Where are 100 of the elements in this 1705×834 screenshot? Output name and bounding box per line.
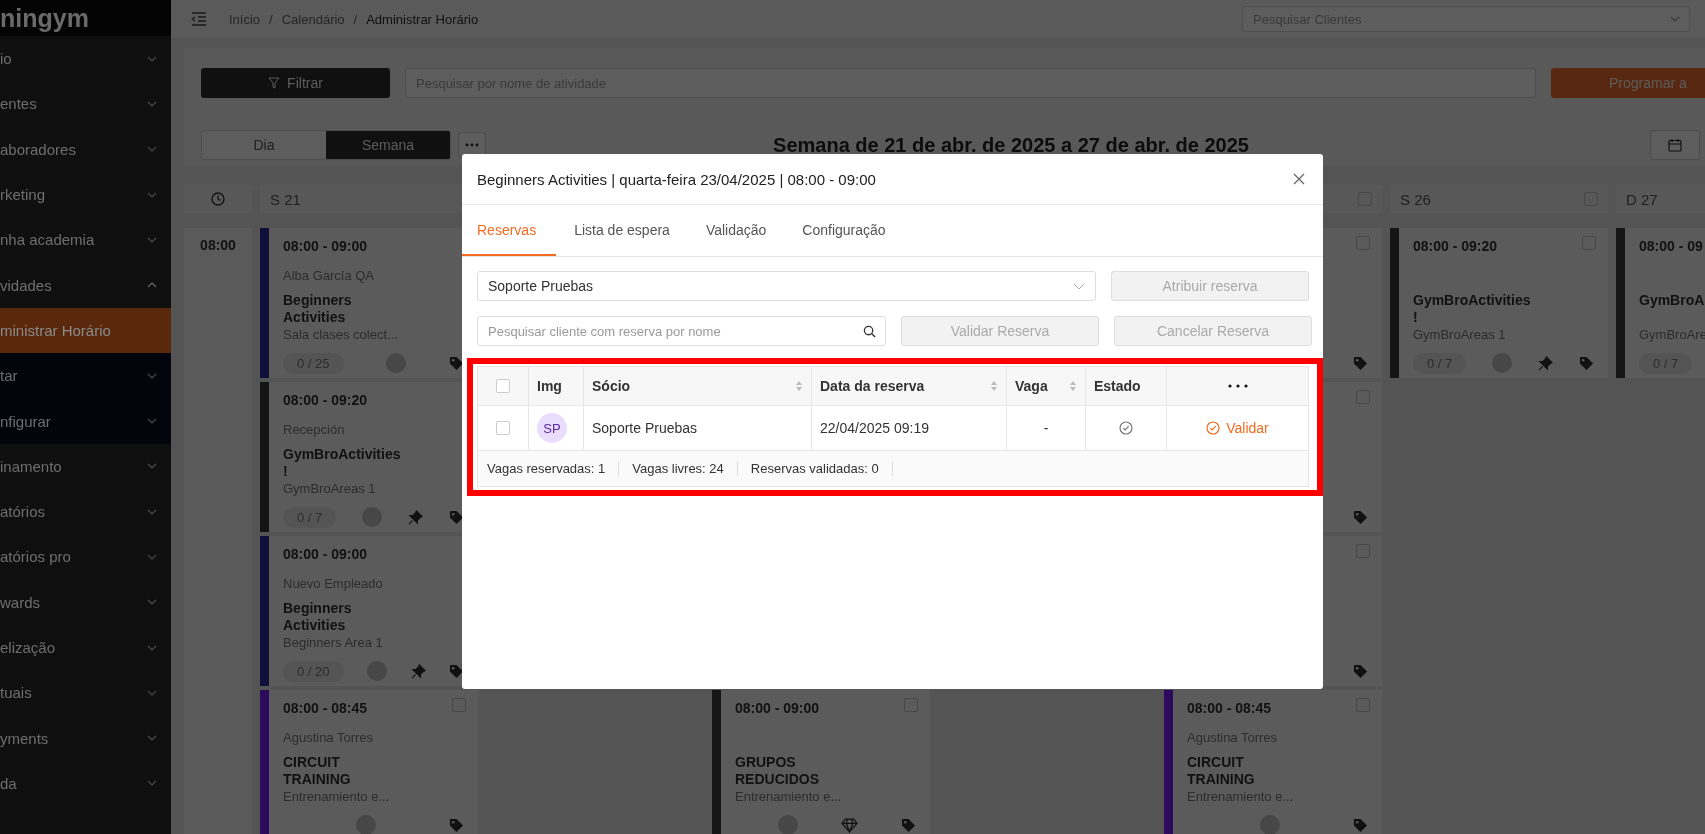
column-header[interactable]: Vaga (1007, 367, 1086, 405)
breadcrumb-separator: / (269, 11, 273, 27)
tag-icon (1353, 355, 1368, 371)
breadcrumb-link[interactable]: Administrar Horário (366, 11, 479, 27)
chevron-down-icon (147, 100, 157, 107)
column-title: Estado (1094, 378, 1141, 394)
sidebar-item[interactable]: tuais (0, 670, 171, 716)
calendar-button[interactable] (1650, 130, 1700, 160)
column-title: Sócio (592, 378, 631, 394)
chevron-down-icon (147, 689, 157, 696)
chevron-down-icon (147, 735, 157, 742)
chevron-down-icon (147, 644, 157, 651)
activity-name: GRUPOS REDUCIDOS (735, 754, 819, 788)
sort-icon[interactable] (990, 380, 998, 392)
check-circle-icon (1206, 421, 1221, 435)
booking-date: 22/04/2025 09:19 (820, 420, 929, 436)
sidebar-item[interactable]: inamento (0, 443, 171, 489)
event-time: 08:00 - 08:45 (283, 699, 368, 716)
dialog-tab[interactable]: Validação (687, 205, 785, 256)
day-label: S 26 (1400, 190, 1431, 208)
sidebar-item[interactable]: atórios pro (0, 534, 171, 580)
chevron-down-icon (1670, 16, 1680, 22)
column-header[interactable]: Sócio (584, 367, 812, 405)
search-icon[interactable] (863, 325, 876, 338)
breadcrumb-separator: / (353, 11, 358, 27)
tag-icon (448, 509, 464, 525)
logo-text: ningym (0, 5, 89, 31)
tag-icon (449, 663, 464, 679)
chevron-up-icon (147, 282, 157, 289)
sidebar-item[interactable]: nha academia (0, 217, 171, 263)
activity-name: CIRCUIT TRAINING (283, 754, 351, 788)
gem-icon (841, 817, 858, 833)
tag-icon (1353, 509, 1368, 525)
sidebar-item[interactable]: rketing (0, 171, 171, 218)
dialog-title: Beginners Activities | quarta-feira 23/04/2025 | 08:00 - 09:00 (477, 170, 876, 188)
sidebar-item[interactable]: vidades (0, 262, 171, 308)
client-select[interactable]: Soporte Pruebas (477, 271, 1096, 301)
sidebar-item[interactable]: da (0, 760, 171, 807)
pin-icon (1538, 355, 1554, 371)
chevron-down-icon (147, 236, 157, 243)
pin-icon (408, 509, 424, 525)
clock-icon (211, 192, 225, 206)
view-tab[interactable]: Dia (202, 131, 326, 159)
event-time: 08:00 - 09 (1639, 237, 1703, 254)
sort-icon[interactable] (1069, 380, 1077, 392)
sidebar-item[interactable]: elização (0, 624, 171, 671)
tag-icon (1578, 355, 1594, 371)
week-title: Semana de 21 de abr. de 2025 a 27 de abr. de 2025 (773, 133, 1249, 157)
tag-icon (449, 355, 464, 371)
spot-value: - (1043, 420, 1049, 436)
activity-name: Beginners Activities (283, 600, 352, 634)
activity-name: GymBroActivities ! (1413, 292, 1531, 326)
event-time: 08:00 - 09:00 (735, 699, 820, 716)
filter-button[interactable]: Filtrar (201, 68, 390, 98)
close-icon[interactable] (1293, 173, 1305, 185)
chevron-down-icon (147, 553, 157, 560)
validate-link[interactable]: Validar (1200, 419, 1275, 437)
dialog-tab[interactable]: Configuração (784, 205, 904, 256)
chevron-down-icon (147, 463, 157, 470)
pin-icon (410, 663, 426, 679)
sidebar-item[interactable]: aboradores (0, 126, 171, 172)
dialog-tab[interactable]: Reservas (462, 205, 557, 256)
tag-icon (1353, 663, 1368, 679)
more-icon (465, 143, 479, 147)
chevron-down-icon (147, 191, 157, 198)
calendar-icon (1668, 138, 1682, 152)
sidebar-item[interactable]: wards (0, 579, 171, 625)
dialog-tab[interactable]: Lista de espera (556, 205, 688, 256)
sidebar-item[interactable]: nfigurar (0, 398, 171, 444)
event-time: 08:00 - 09:20 (1413, 237, 1498, 254)
activity-name: GymBroActivities ! (283, 446, 401, 480)
event-time: 08:00 - 09:20 (283, 391, 368, 408)
day-label: D 27 (1626, 190, 1658, 208)
view-tab[interactable]: Semana (326, 131, 450, 159)
chevron-down-icon (1073, 282, 1085, 290)
row-checkbox[interactable] (496, 421, 510, 435)
tag-icon (449, 817, 464, 833)
sidebar-item[interactable]: atórios (0, 488, 171, 535)
sort-icon[interactable] (795, 380, 803, 392)
more-icon[interactable] (1227, 384, 1248, 388)
sidebar-item[interactable]: ministrar Horário (0, 307, 171, 354)
event-time: 08:00 - 08:45 (1187, 699, 1272, 716)
sidebar-item[interactable]: tar (0, 353, 171, 399)
event-time: 08:00 - 09:00 (283, 545, 368, 562)
status-check-icon (1119, 421, 1133, 435)
column-title: Img (537, 378, 562, 394)
member-name: Soporte Pruebas (592, 420, 698, 436)
activity-name: CIRCUIT TRAINING (1187, 754, 1255, 788)
column-header[interactable]: Data da reserva (812, 367, 1007, 405)
column-title: Data da reserva (820, 378, 925, 394)
select-all-checkbox[interactable] (496, 379, 510, 393)
booking-search-field[interactable]: Pesquisar cliente com reserva por nome (477, 316, 886, 346)
sidebar-item[interactable]: yments (0, 715, 171, 761)
summary-text: Reservas validadas: 0 (750, 461, 893, 476)
column-title: Vaga (1015, 378, 1048, 394)
sidebar-item[interactable]: entes (0, 81, 171, 127)
chevron-down-icon (147, 508, 157, 515)
sidebar-item[interactable]: io (0, 36, 171, 82)
menu-icon[interactable] (191, 12, 207, 26)
chevron-down-icon (147, 599, 157, 606)
